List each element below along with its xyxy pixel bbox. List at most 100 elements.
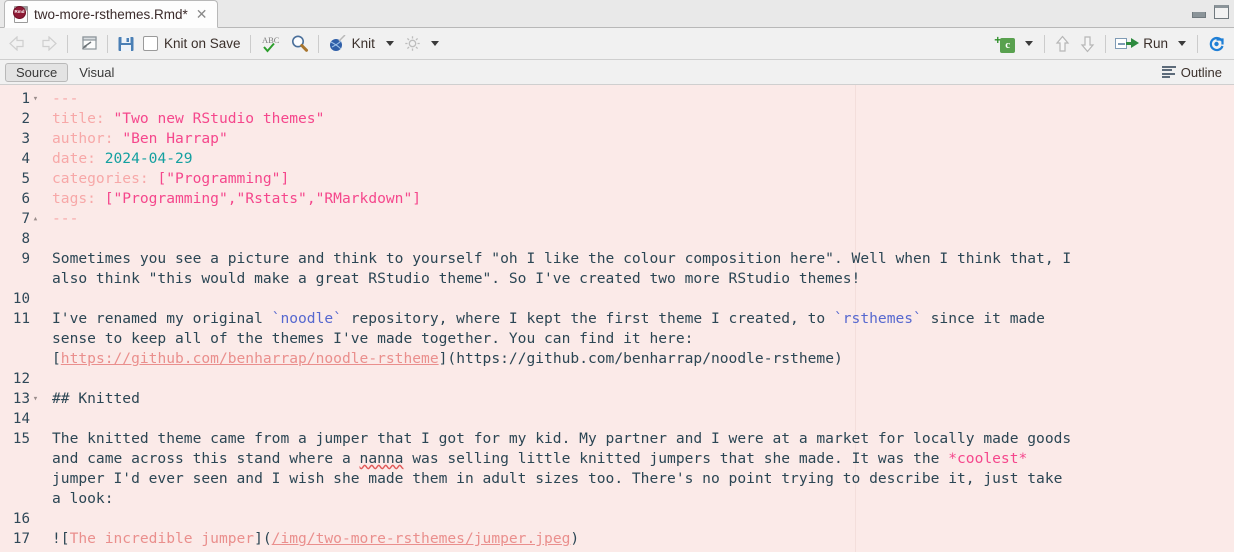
code-token: jumper I'd ever seen and I wish she made… [52, 470, 1063, 487]
code-line[interactable]: 4 date: 2024-04-29 [0, 149, 1234, 169]
code-token: [ [52, 350, 61, 367]
find-replace-magnifier-icon[interactable] [286, 32, 313, 56]
code-token: since it made [921, 310, 1045, 327]
code-lines: 1 ▾ --- 2 title: "Two new RStudio themes" 3 au… [0, 85, 1234, 549]
show-in-new-window-icon[interactable] [73, 32, 102, 56]
code-line[interactable]: 8 [0, 229, 1234, 249]
knit-button[interactable]: Knit [324, 32, 400, 56]
insert-chunk-button[interactable]: + c [990, 32, 1039, 56]
run-button[interactable]: Run [1111, 32, 1192, 56]
settings-dropdown-caret[interactable] [430, 41, 439, 46]
save-icon[interactable] [113, 32, 139, 56]
code-token: --- [52, 90, 79, 107]
code-token: 2024-04-29 [104, 150, 193, 167]
line-number: 10 [12, 291, 30, 307]
document-tab[interactable]: Rmd two-more-rsthemes.Rmd* ✕ [4, 0, 218, 28]
rmd-badge: Rmd [13, 6, 26, 19]
knit-dropdown-caret[interactable] [385, 41, 394, 46]
code-editor[interactable]: 1 ▾ --- 2 title: "Two new RStudio themes" 3 au… [0, 85, 1234, 552]
code-token: --- [52, 210, 79, 227]
rstudio-source-pane: Rmd two-more-rsthemes.Rmd* ✕ Knit on Sav… [0, 0, 1234, 552]
line-number: 6 [21, 191, 30, 207]
code-token: "Programming" [166, 170, 281, 187]
code-line[interactable]: jumper I'd ever seen and I wish she made… [0, 469, 1234, 489]
knit-on-save-checkbox-box[interactable] [143, 36, 158, 51]
code-line[interactable]: and came across this stand where a nanna… [0, 449, 1234, 469]
tab-visual[interactable]: Visual [68, 63, 125, 82]
settings-gear-icon [404, 35, 421, 52]
code-line-text: I've renamed my original `noodle` reposi… [44, 309, 1045, 329]
rmd-file-icon: Rmd [13, 6, 28, 23]
code-line[interactable]: 10 [0, 289, 1234, 309]
rerun-previous-chunks-icon[interactable] [1203, 35, 1230, 53]
line-number: 4 [21, 151, 30, 167]
run-label: Run [1143, 36, 1168, 51]
code-token: also think "this would make a great RStu… [52, 270, 861, 287]
outline-label: Outline [1180, 64, 1222, 80]
knit-on-save-label: Knit on Save [164, 36, 241, 51]
code-line[interactable]: sense to keep all of the themes I've mad… [0, 329, 1234, 349]
code-line[interactable]: 5 categories: ["Programming"] [0, 169, 1234, 189]
line-number [0, 489, 44, 509]
settings-gear-button[interactable] [400, 32, 445, 56]
code-line[interactable]: [ https://github.com/benharrap/noodle-rst… [0, 349, 1234, 369]
run-dropdown-caret[interactable] [1178, 41, 1186, 46]
spellcheck-abc-icon[interactable]: ABC [256, 32, 286, 56]
line-number: 17 [12, 531, 30, 547]
minimize-pane-icon[interactable] [1191, 5, 1208, 19]
line-number: 1 ▾ [0, 89, 44, 109]
code-token: ) [570, 530, 580, 547]
code-token: *coolest* [948, 450, 1028, 467]
tab-source[interactable]: Source [5, 62, 69, 82]
code-line[interactable]: 2 title: "Two new RStudio themes" [0, 109, 1234, 129]
code-line-text: title: "Two new RStudio themes" [44, 109, 324, 129]
code-token: ]( [438, 350, 457, 367]
code-line[interactable]: 13 ▾ ## Knitted [0, 389, 1234, 409]
code-line[interactable]: 14 [0, 409, 1234, 429]
code-line[interactable]: 3 author: "Ben Harrap" [0, 129, 1234, 149]
code-line[interactable]: 1 ▾ --- [0, 89, 1234, 109]
forward-arrow-icon[interactable] [33, 36, 62, 51]
close-icon[interactable]: ✕ [194, 7, 208, 21]
code-line[interactable]: a look: [0, 489, 1234, 509]
document-tab-title: two-more-rsthemes.Rmd* [34, 6, 188, 22]
code-token: The knitted theme came from a jumper tha… [52, 430, 1072, 447]
code-token: title: [52, 110, 105, 127]
next-chunk-arrow-icon[interactable] [1075, 35, 1100, 53]
code-line[interactable]: also think "this would make a great RStu… [0, 269, 1234, 289]
line-number: 13 ▾ [0, 389, 44, 409]
outline-toggle[interactable]: Outline [1161, 64, 1229, 80]
line-number: 14 [12, 411, 30, 427]
back-arrow-icon[interactable] [4, 36, 33, 51]
code-line-text: Sometimes you see a picture and think to… [44, 249, 1071, 269]
code-line[interactable]: 12 [0, 369, 1234, 389]
code-line[interactable]: 17 ![The incredible jumper](/img/two-more… [0, 529, 1234, 549]
code-line[interactable]: 9 Sometimes you see a picture and think t… [0, 249, 1234, 269]
code-line[interactable]: 11 I've renamed my original `noodle` repo… [0, 309, 1234, 329]
toolbar-separator [67, 34, 68, 53]
code-token: I've renamed my original [52, 310, 272, 327]
knit-on-save-checkbox[interactable]: Knit on Save [139, 32, 245, 56]
code-token: and came across this stand where a [52, 450, 360, 467]
insert-chunk-caret[interactable] [1025, 41, 1034, 46]
toolbar-separator [1105, 34, 1107, 53]
code-fold-arrow-icon[interactable]: ▴ [30, 209, 41, 229]
previous-chunk-arrow-icon[interactable] [1050, 35, 1075, 53]
line-number: 5 [21, 171, 30, 187]
code-fold-arrow-icon[interactable]: ▾ [30, 389, 41, 409]
code-line[interactable]: 6 tags: ["Programming","Rstats","RMarkdow… [0, 189, 1234, 209]
code-fold-arrow-icon[interactable]: ▾ [30, 89, 41, 109]
code-token: a look: [52, 490, 114, 507]
knit-label: Knit [351, 36, 375, 51]
code-line[interactable]: 7 ▴ --- [0, 209, 1234, 229]
code-token: author: [52, 130, 114, 147]
code-line[interactable]: 15 The knitted theme came from a jumper t… [0, 429, 1234, 449]
line-number: 8 [21, 231, 30, 247]
code-token: https://github.com/benharrap/noodle-rsth… [456, 350, 834, 367]
code-token: Sometimes you see a picture and think to… [52, 250, 1072, 267]
maximize-pane-icon[interactable] [1213, 5, 1230, 21]
line-number [0, 469, 44, 489]
code-line[interactable]: 16 [0, 509, 1234, 529]
